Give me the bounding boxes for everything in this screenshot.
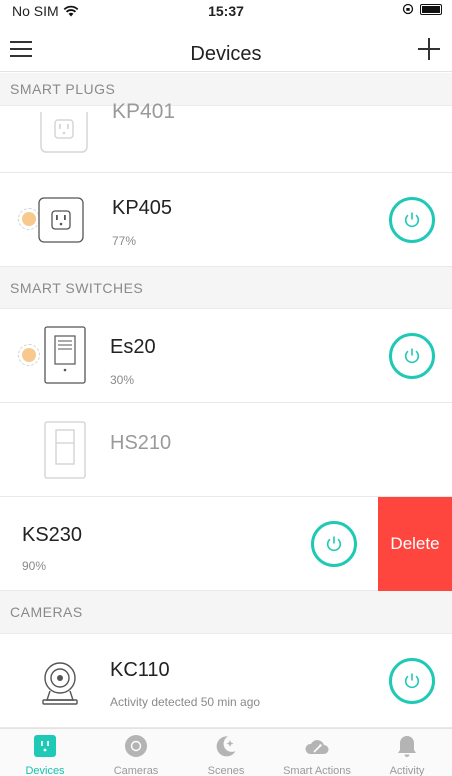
tab-activity[interactable]: Activity — [362, 729, 452, 776]
light-switch-icon — [44, 421, 86, 479]
smart-plug-icon — [40, 112, 88, 153]
tab-scenes[interactable]: Scenes — [181, 729, 271, 776]
security-camera-icon — [42, 662, 78, 705]
status-bar: No SIM 15:37 — [0, 0, 452, 22]
device-name: KP405 — [112, 197, 173, 219]
delete-button[interactable]: Delete — [378, 497, 452, 591]
power-toggle-button[interactable] — [389, 333, 435, 379]
section-header-cameras: CAMERAS — [0, 591, 452, 634]
tab-devices[interactable]: Devices — [0, 729, 90, 776]
device-name: KC110 — [110, 659, 170, 681]
device-status: 30% — [110, 373, 135, 387]
section-header-smart-plugs: SMART PLUGS — [0, 73, 452, 106]
plug-icon — [34, 735, 56, 757]
smart-plug-icon — [38, 197, 84, 243]
page-title: Devices — [190, 43, 262, 65]
clock: 15:37 — [208, 3, 244, 19]
tab-label: Cameras — [113, 765, 159, 776]
power-toggle-button[interactable] — [389, 197, 435, 243]
power-icon — [404, 212, 420, 228]
device-name: KP401 — [112, 100, 176, 123]
power-icon — [404, 348, 420, 364]
moon-stars-icon — [216, 736, 236, 757]
device-name: KS230 — [22, 524, 83, 546]
power-toggle-button[interactable] — [311, 521, 357, 567]
device-list[interactable]: SMART PLUGS KP401 KP405 77% SMART SWITCH… — [0, 73, 452, 728]
light-indicator-icon — [18, 344, 40, 366]
tab-label: Smart Actions — [283, 765, 351, 776]
device-status: Activity detected 50 min ago — [110, 695, 261, 709]
tab-label: Scenes — [207, 765, 245, 776]
camera-lens-icon — [125, 735, 147, 757]
device-row-kp401[interactable]: KP401 — [0, 100, 452, 173]
battery-icon — [420, 3, 442, 15]
bell-icon — [398, 736, 416, 757]
light-switch-icon — [44, 326, 86, 384]
device-row-kp405[interactable]: KP405 77% — [0, 173, 452, 267]
device-status: 90% — [22, 559, 47, 573]
device-row-es20[interactable]: Es20 30% — [0, 309, 452, 403]
device-row-ks230[interactable]: KS230 90% Delete — [0, 497, 452, 591]
section-header-smart-switches: SMART SWITCHES — [0, 267, 452, 309]
device-status: 77% — [112, 234, 137, 248]
device-name: Es20 — [110, 336, 156, 358]
tab-label: Devices — [25, 765, 65, 776]
light-indicator-icon — [18, 208, 40, 230]
tab-label: Activity — [389, 765, 425, 776]
power-icon — [326, 536, 342, 552]
device-row-kc110[interactable]: KC110 Activity detected 50 min ago — [0, 634, 452, 728]
cloud-wand-icon — [305, 740, 329, 754]
orientation-lock-icon — [402, 3, 414, 15]
tab-bar: Devices Cameras Scenes Smart Actions Act… — [0, 728, 452, 776]
add-device-button[interactable] — [416, 36, 442, 62]
tab-cameras[interactable]: Cameras — [91, 729, 181, 776]
device-row-hs210[interactable]: HS210 — [0, 403, 452, 497]
tab-smart-actions[interactable]: Smart Actions — [272, 729, 362, 776]
power-toggle-button[interactable] — [389, 658, 435, 704]
device-name: HS210 — [110, 432, 172, 454]
nav-bar: Devices — [0, 22, 452, 72]
power-icon — [404, 673, 420, 689]
